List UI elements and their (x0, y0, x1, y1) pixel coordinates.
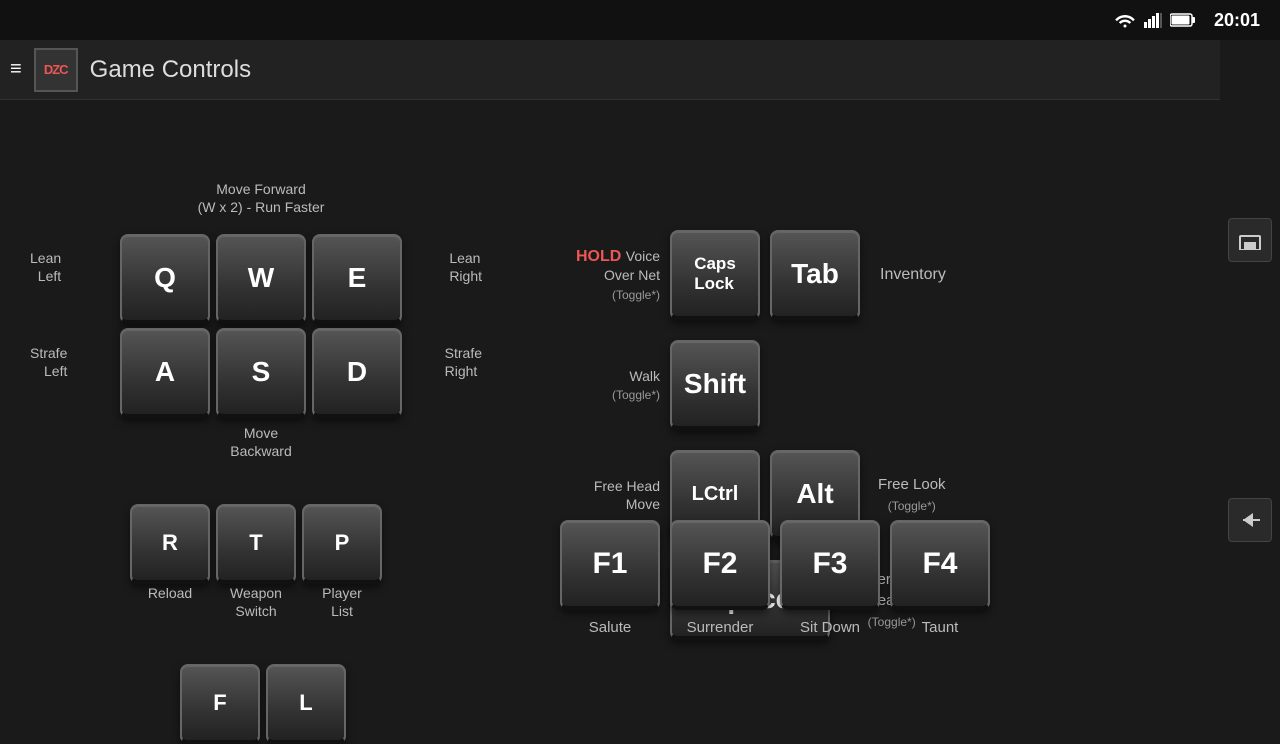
weapon-switch-label: WeaponSwitch (216, 584, 296, 620)
key-f4[interactable]: F4 (890, 520, 990, 610)
key-t[interactable]: T (216, 504, 296, 584)
page-title: Game Controls (90, 56, 251, 84)
key-r[interactable]: R (130, 504, 210, 584)
key-tab[interactable]: Tab (770, 230, 860, 320)
main-content: Move Forward (W x 2) - Run Faster LeanLe… (0, 100, 1220, 720)
move-forward-label: Move Forward (W x 2) - Run Faster (198, 180, 325, 216)
lean-right-label: LeanRight (449, 249, 482, 285)
walk-label: Walk(Toggle*) (560, 367, 660, 404)
reload-label: Reload (130, 584, 210, 620)
sit-down-label: Sit Down (780, 618, 880, 638)
status-bar: 20:01 (0, 0, 1280, 40)
key-p[interactable]: P (302, 504, 382, 584)
fl-row: F L (180, 664, 346, 744)
player-list-label: PlayerList (302, 584, 382, 620)
strafe-left-label: StrafeLeft (30, 344, 67, 380)
app-header: ≡ DZC Game Controls (0, 40, 1280, 100)
status-icons: 20:01 (1114, 10, 1260, 31)
move-backward-label: MoveBackward (120, 424, 402, 460)
key-e[interactable]: E (312, 234, 402, 324)
key-f[interactable]: F (180, 664, 260, 744)
voice-label: HOLD VoiceOver Net(Toggle*) (560, 247, 660, 304)
key-q[interactable]: Q (120, 234, 210, 324)
inventory-label: Inventory (880, 265, 946, 286)
free-head-label: Free HeadMove (560, 477, 660, 513)
key-shift[interactable]: Shift (670, 340, 760, 430)
fkeys-section: F1 F2 F3 F4 Salute Surrender Sit Down Ta… (560, 520, 990, 638)
rtp-row: R T P (130, 504, 382, 584)
key-d[interactable]: D (312, 328, 402, 418)
lean-left-label: LeanLeft (30, 249, 61, 285)
key-w[interactable]: W (216, 234, 306, 324)
key-f1[interactable]: F1 (560, 520, 660, 610)
asd-row: A S D (120, 328, 402, 418)
qwe-row: Q W E (120, 234, 402, 324)
move-forward-text: Move Forward (W x 2) - Run Faster (198, 180, 325, 216)
wasd-section: Move Forward (W x 2) - Run Faster LeanLe… (120, 230, 402, 460)
home-icon (1238, 230, 1262, 250)
rtp-labels: Reload WeaponSwitch PlayerList (130, 584, 382, 620)
key-a[interactable]: A (120, 328, 210, 418)
battery-icon (1170, 13, 1196, 27)
extra-keys-section: F L (180, 660, 346, 744)
bottom-keys-section: R T P Reload WeaponSwitch PlayerList (130, 500, 382, 620)
signal-icon (1144, 12, 1162, 28)
surrender-label: Surrender (670, 618, 770, 638)
key-f3[interactable]: F3 (780, 520, 880, 610)
key-s[interactable]: S (216, 328, 306, 418)
key-l[interactable]: L (266, 664, 346, 744)
key-caps-lock[interactable]: CapsLock (670, 230, 760, 320)
nav-home-button[interactable] (1228, 218, 1272, 262)
fkeys-labels: Salute Surrender Sit Down Taunt (560, 618, 990, 638)
key-f2[interactable]: F2 (670, 520, 770, 610)
nav-back-button[interactable] (1228, 498, 1272, 542)
strafe-right-label: StrafeRight (445, 344, 482, 380)
wifi-icon (1114, 12, 1136, 28)
salute-label: Salute (560, 618, 660, 638)
back-icon (1238, 511, 1262, 529)
walk-row: Walk(Toggle*) Shift (560, 340, 946, 430)
voice-row: HOLD VoiceOver Net(Toggle*) CapsLock Tab… (560, 230, 946, 320)
menu-icon[interactable]: ≡ (10, 58, 22, 81)
right-nav (1220, 40, 1280, 720)
fkeys-row: F1 F2 F3 F4 (560, 520, 990, 610)
app-logo: DZC (34, 48, 78, 92)
status-time: 20:01 (1214, 10, 1260, 31)
free-look-label: Free Look(Toggle*) (878, 474, 946, 516)
taunt-label: Taunt (890, 618, 990, 638)
